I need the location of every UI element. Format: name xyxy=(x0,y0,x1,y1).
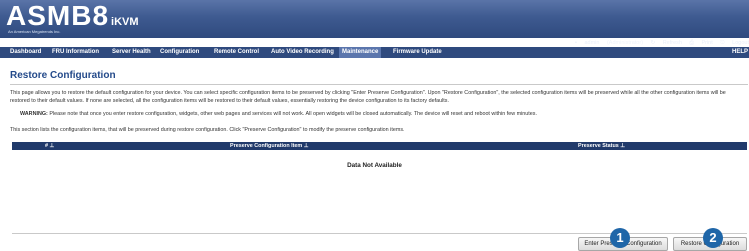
warning-label: WARNING: xyxy=(20,111,48,117)
empty-message: Data Not Available xyxy=(347,162,402,169)
nav-maintenance[interactable]: Maintenance xyxy=(339,47,382,58)
nav-firmware-update[interactable]: Firmware Update xyxy=(393,47,442,58)
page-description: This page allows you to restore the defa… xyxy=(10,90,726,104)
nav-auto-video-recording[interactable]: Auto Video Recording xyxy=(271,47,334,58)
print-link[interactable]: ⎙ Print xyxy=(690,40,713,46)
refresh-link[interactable]: ↻ Refresh xyxy=(651,40,682,46)
sort-icon: ⊥ xyxy=(49,143,55,149)
page-title: Restore Configuration xyxy=(10,70,116,81)
brand-sub: iKVM xyxy=(111,16,139,28)
title-divider xyxy=(10,84,748,85)
warning-text: WARNING: Please note that once you enter… xyxy=(20,111,537,117)
logout-link[interactable]: ⎋ Logout xyxy=(720,40,749,46)
nav-configuration[interactable]: Configuration xyxy=(160,47,199,58)
header-banner: ASMB8 iKVM An American Megatrends Inc. • … xyxy=(0,0,749,46)
brand-tagline: An American Megatrends Inc. xyxy=(8,29,61,34)
help-link[interactable]: HELP xyxy=(732,47,748,58)
sort-icon: ⊥ xyxy=(303,143,309,149)
table-bottom-divider xyxy=(12,233,747,234)
nav-server-health[interactable]: Server Health xyxy=(112,47,151,58)
column-preserve-item[interactable]: Preserve Configuration Item ⊥ xyxy=(230,142,308,150)
section-description: This section lists the configuration ite… xyxy=(10,127,405,133)
brand-name: ASMB8 xyxy=(6,0,110,31)
user-name: • admin (Administrator) xyxy=(574,40,644,46)
nav-dashboard[interactable]: Dashboard xyxy=(10,47,41,58)
nav-remote-control[interactable]: Remote Control xyxy=(214,47,259,58)
table-header: # ⊥ Preserve Configuration Item ⊥ Preser… xyxy=(12,142,747,150)
column-preserve-status[interactable]: Preserve Status ⊥ xyxy=(578,142,625,150)
callout-badge-1: 1 xyxy=(610,228,630,248)
nav-fru-information[interactable]: FRU Information xyxy=(52,47,99,58)
column-number[interactable]: # ⊥ xyxy=(45,142,54,150)
callout-badge-2: 2 xyxy=(703,228,723,248)
user-bar: • admin (Administrator) ↻ Refresh ⎙ Prin… xyxy=(569,40,749,47)
main-nav: Dashboard FRU Information Server Health … xyxy=(0,47,749,58)
sort-icon: ⊥ xyxy=(620,143,625,149)
